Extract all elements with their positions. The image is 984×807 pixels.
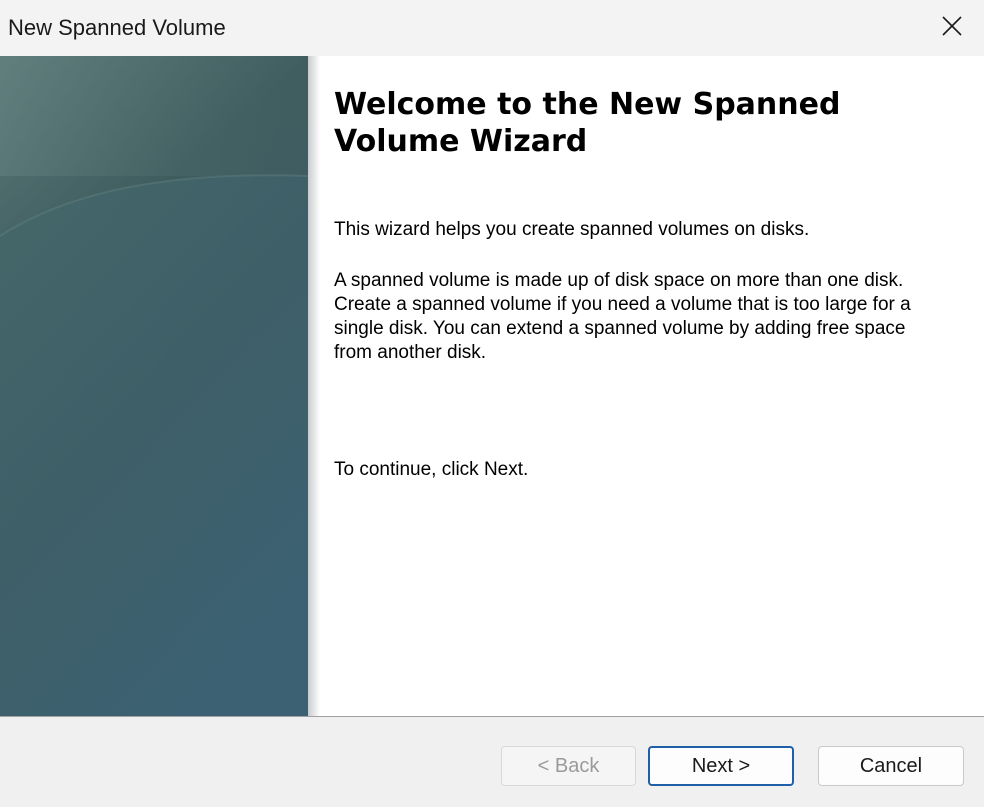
window-title: New Spanned Volume — [8, 15, 226, 40]
title-bar: New Spanned Volume — [0, 0, 984, 56]
wizard-window: New Spanned Volume Welcome to the New Sp… — [0, 0, 984, 807]
next-button[interactable]: Next > — [648, 746, 794, 786]
wizard-heading: Welcome to the New Spanned Volume Wizard — [334, 87, 841, 159]
close-icon — [942, 16, 962, 36]
cancel-button[interactable]: Cancel — [818, 746, 964, 786]
wizard-main-panel: Welcome to the New Spanned Volume Wizard… — [334, 86, 954, 480]
wizard-footer: < Back Next > Cancel — [0, 717, 984, 807]
wizard-intro-text: This wizard helps you create spanned vol… — [334, 219, 810, 240]
wizard-instruction-text: To continue, click Next. — [334, 459, 529, 480]
side-banner-shadow — [308, 56, 320, 716]
close-button[interactable] — [920, 0, 984, 52]
back-button[interactable]: < Back — [501, 746, 636, 786]
wizard-content: Welcome to the New Spanned Volume Wizard… — [0, 56, 984, 716]
wizard-description-text: A spanned volume is made up of disk spac… — [334, 270, 911, 363]
wizard-side-banner — [0, 56, 308, 716]
